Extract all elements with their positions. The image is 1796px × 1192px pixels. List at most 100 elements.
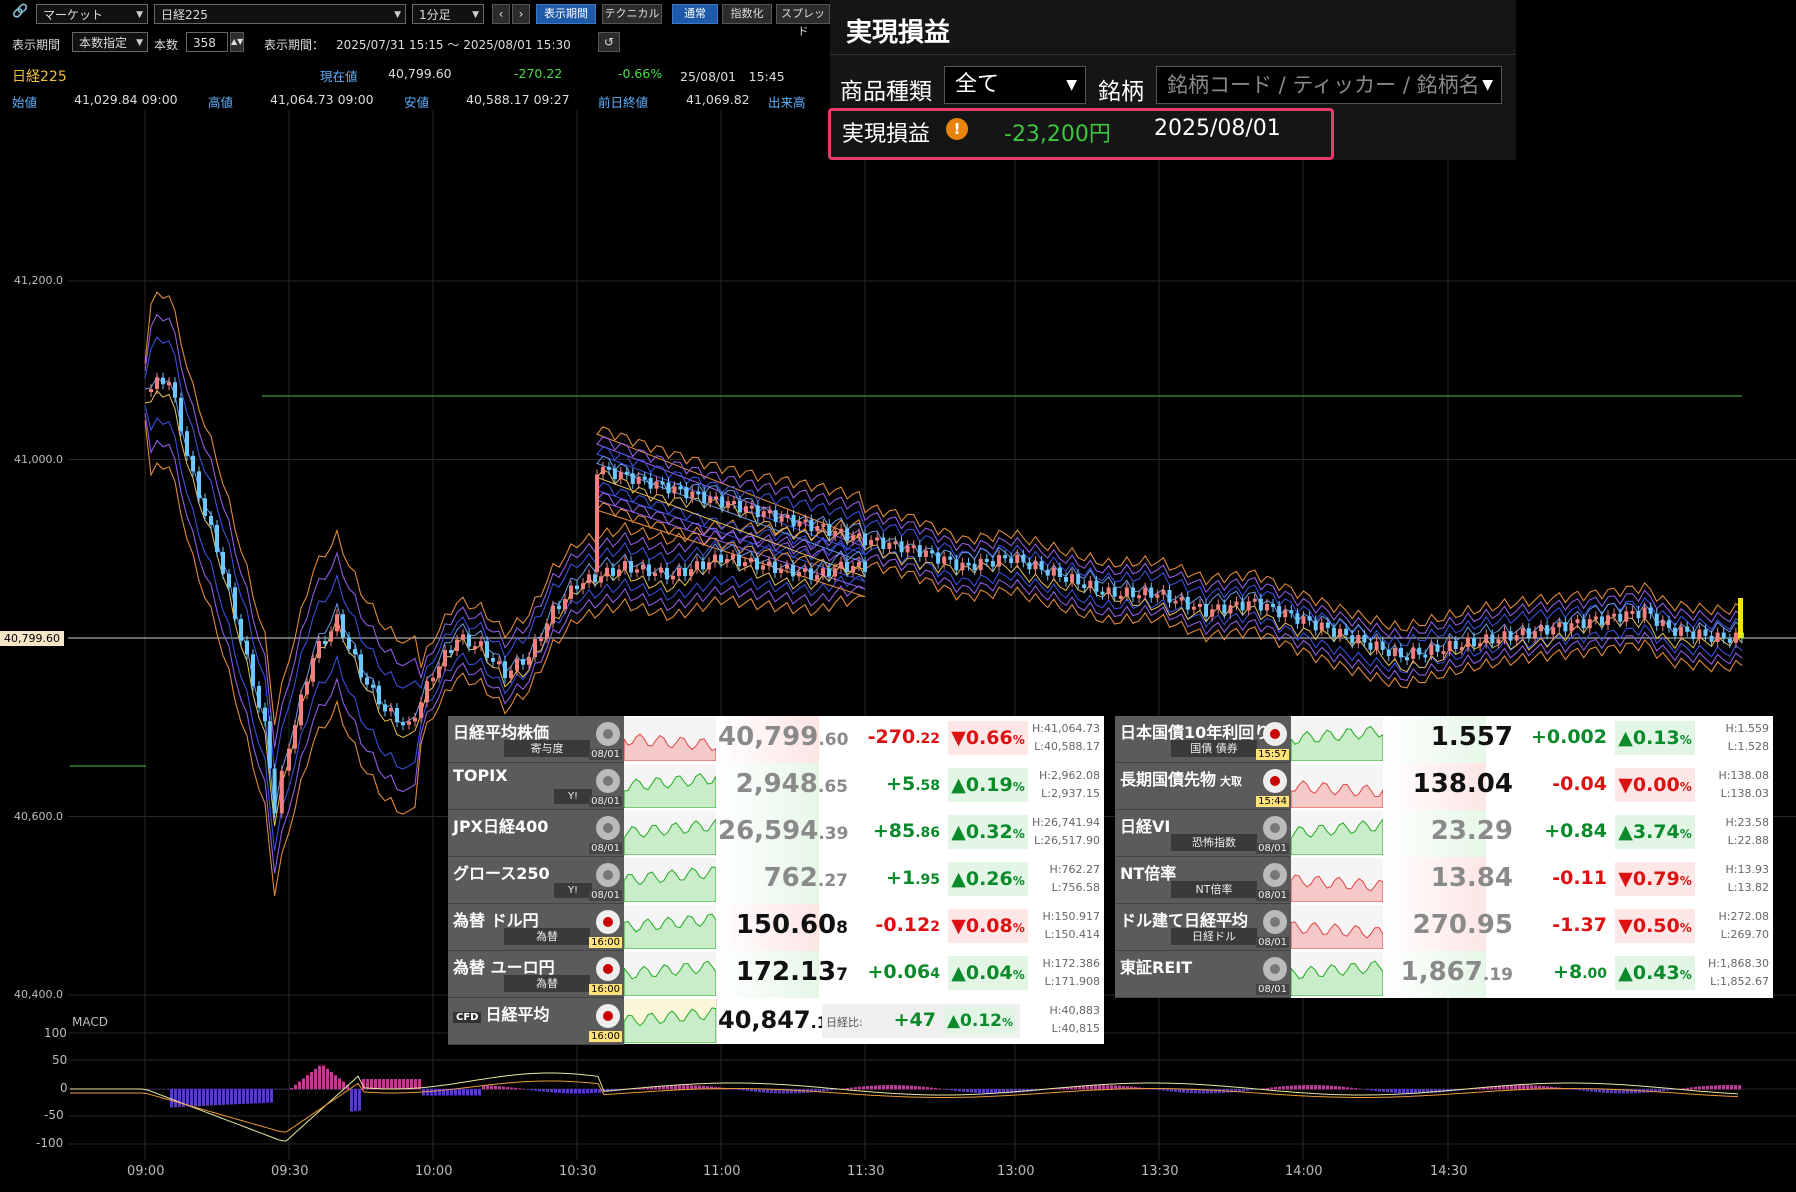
candle: [743, 562, 747, 567]
market-name: CFD 日経平均: [453, 1001, 550, 1025]
macd-tick-minus50: -50: [44, 1108, 64, 1122]
candle: [521, 659, 525, 665]
candle: [881, 537, 886, 549]
market-price: 26,594.39: [718, 816, 849, 846]
candle: [413, 717, 417, 722]
product-type-value: 全て: [955, 72, 1000, 97]
candle: [215, 524, 219, 552]
market-name: 日経VI: [1120, 817, 1171, 836]
market-price: 762.27: [763, 863, 848, 893]
market-row[interactable]: ドル建て日経平均 日経ドル 08/01 270.95 -1.37 ▼0.50% …: [1115, 904, 1773, 951]
market-date: 08/01: [589, 749, 622, 760]
x-tick-1330: 13:30: [1141, 1164, 1179, 1179]
candle: [978, 558, 983, 571]
candle: [1599, 616, 1604, 626]
candle: [791, 514, 796, 527]
market-high-low: H:1.559 L:1.528: [1725, 722, 1769, 753]
candle: [905, 545, 910, 553]
candle: [239, 618, 243, 641]
market-change-pct: ▼0.79%: [1615, 862, 1695, 896]
candle: [1459, 647, 1464, 651]
candle: [731, 554, 735, 559]
cfd-row[interactable]: CFD日経平均 16:00 40,847.10 日経比: +47 ▲0.12% …: [448, 998, 1104, 1045]
candle: [161, 377, 165, 385]
market-row[interactable]: 日経VI 恐怖指数 08/01 23.29 +0.84 ▲3.74% H:23.…: [1115, 810, 1773, 857]
candle: [1654, 613, 1659, 626]
market-date: 08/01: [589, 843, 622, 854]
candle: [599, 576, 603, 583]
market-row[interactable]: JPX日経400 08/01 26,594.39 +85.86 ▲0.32% H…: [448, 810, 1104, 857]
candle: [696, 491, 701, 495]
market-row[interactable]: 為替 ユーロ円 為替 16:00 172.137 +0.064 ▲0.04% H…: [448, 951, 1104, 998]
product-type-label: 商品種類: [840, 79, 932, 105]
market-row[interactable]: 日経平均株価 寄与度 08/01 40,799.60 -270.22 ▼0.66…: [448, 716, 1104, 763]
candle: [209, 515, 213, 525]
candle: [1179, 596, 1184, 601]
market-row[interactable]: 東証REIT 08/01 1,867.19 +8.00 ▲0.43% H:1,8…: [1115, 951, 1773, 998]
market-row[interactable]: NT倍率 NT倍率 08/01 13.84 -0.11 ▼0.79% H:13.…: [1115, 857, 1773, 904]
market-sub-button[interactable]: 為替: [504, 928, 590, 945]
candle: [317, 640, 321, 659]
market-date: 15:57: [1256, 749, 1289, 760]
status-indicator-icon: [596, 863, 620, 887]
symbol-label: 銘柄: [1098, 79, 1144, 105]
candle: [1532, 631, 1537, 638]
candle: [695, 561, 699, 570]
candle: [726, 501, 731, 508]
candle: [431, 677, 435, 682]
candle: [1051, 567, 1056, 576]
market-date: 08/01: [1256, 984, 1289, 995]
symbol-search-select[interactable]: 銘柄コード / ティッカー / 銘柄名 ▼: [1156, 66, 1502, 104]
candle: [1575, 619, 1580, 624]
symbol-placeholder: 銘柄コード / ティッカー / 銘柄名: [1167, 73, 1480, 97]
candle: [581, 583, 585, 590]
candle: [1271, 604, 1276, 608]
candle: [1191, 606, 1196, 610]
candle: [545, 623, 549, 639]
candle: [702, 491, 707, 503]
candle: [401, 722, 405, 726]
x-tick-1000: 10:00: [415, 1164, 453, 1179]
market-change-pct: ▼0.50%: [1615, 909, 1695, 943]
market-row[interactable]: TOPIX Y! 08/01 2,948.65 +5.58 ▲0.19% H:2…: [448, 763, 1104, 810]
market-name-cell: 為替 ドル円 為替 16:00: [448, 904, 624, 951]
market-sub-button[interactable]: NT倍率: [1171, 881, 1257, 898]
market-sub-button[interactable]: 日経ドル: [1171, 928, 1257, 945]
candle: [425, 681, 429, 703]
candle: [887, 542, 892, 549]
candle: [845, 528, 850, 541]
product-type-select[interactable]: 全て ▼: [944, 66, 1086, 104]
sparkline: [623, 952, 717, 997]
candle: [329, 631, 333, 642]
candle: [666, 482, 671, 494]
market-row[interactable]: グロース250 Y! 08/01 762.27 +1.95 ▲0.26% H:7…: [448, 857, 1104, 904]
yahoo-badge[interactable]: Y!: [554, 883, 592, 898]
market-panel-right: 日本国債10年利回り 国債 債券 15:57 1.557 +0.002 ▲0.1…: [1115, 716, 1773, 998]
market-row[interactable]: 長期国債先物 大取 15:44 138.04 -0.04 ▼0.00% H:138…: [1115, 763, 1773, 810]
candle: [575, 585, 579, 590]
market-sub-button[interactable]: 寄与度: [504, 740, 590, 757]
candle: [1374, 641, 1379, 650]
candle: [323, 640, 327, 644]
market-row[interactable]: 日本国債10年利回り 国債 債券 15:57 1.557 +0.002 ▲0.1…: [1115, 716, 1773, 763]
candle: [299, 694, 303, 726]
market-row[interactable]: 為替 ドル円 為替 16:00 150.608 -0.122 ▼0.08% H:…: [448, 904, 1104, 951]
candle: [267, 721, 272, 769]
candle: [1551, 627, 1556, 635]
candle: [479, 641, 483, 647]
candle: [1258, 598, 1263, 611]
candle: [1557, 622, 1562, 628]
market-sub-button[interactable]: 為替: [504, 975, 590, 992]
candle: [305, 681, 309, 695]
market-sub-button[interactable]: 国債 債券: [1171, 740, 1257, 757]
candle: [1015, 554, 1020, 563]
candle: [167, 382, 171, 386]
yahoo-badge[interactable]: Y!: [554, 789, 592, 804]
status-indicator-icon: [1263, 910, 1287, 934]
market-sub-button[interactable]: 恐怖指数: [1171, 834, 1257, 851]
candle: [383, 704, 387, 712]
candle: [287, 748, 291, 771]
candle: [708, 496, 713, 503]
candle: [1721, 632, 1726, 639]
candle: [635, 569, 639, 573]
